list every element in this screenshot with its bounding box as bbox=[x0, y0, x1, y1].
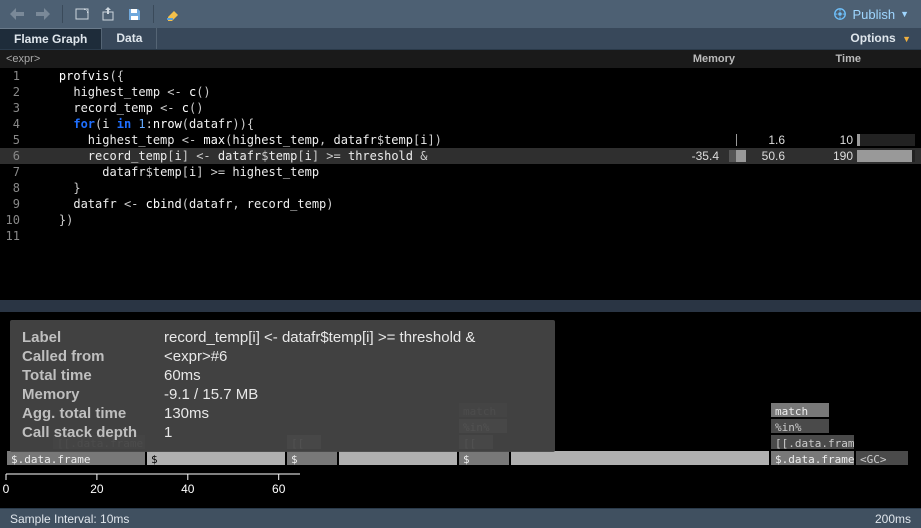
flame-cell[interactable]: $.data.frame bbox=[6, 450, 146, 466]
tab-data[interactable]: Data bbox=[102, 28, 157, 49]
code-line[interactable]: 1 profvis({ bbox=[0, 68, 921, 84]
detail-key: Memory bbox=[22, 385, 164, 404]
detail-key: Called from bbox=[22, 347, 164, 366]
code-text: datafr$temp[i] >= highest_temp bbox=[30, 164, 319, 180]
line-number: 3 bbox=[4, 100, 30, 116]
status-total-time: 200ms bbox=[875, 512, 911, 526]
detail-key: Call stack depth bbox=[22, 423, 164, 442]
detail-tooltip: Labelrecord_temp[i] <- datafr$temp[i] >=… bbox=[10, 320, 555, 452]
line-number: 9 bbox=[4, 196, 30, 212]
detail-value: record_temp[i] <- datafr$temp[i] >= thre… bbox=[164, 328, 481, 347]
code-line[interactable]: 10 }) bbox=[0, 212, 921, 228]
line-number: 5 bbox=[4, 132, 30, 148]
code-line[interactable]: 6 record_temp[i] <- datafr$temp[i] >= th… bbox=[0, 148, 921, 164]
code-header: <expr> Memory Time bbox=[0, 50, 921, 68]
status-bar: Sample Interval: 10ms 200ms bbox=[0, 508, 921, 528]
top-toolbar: Publish ▼ bbox=[0, 0, 921, 28]
flame-cell[interactable]: $ bbox=[458, 450, 510, 466]
flame-cell[interactable]: $ bbox=[286, 450, 338, 466]
code-text: }) bbox=[30, 212, 73, 228]
flame-cell[interactable]: $ bbox=[146, 450, 286, 466]
options-menu[interactable]: Options ▼ bbox=[840, 28, 921, 49]
options-label: Options bbox=[850, 31, 895, 45]
status-sample-interval: Sample Interval: 10ms bbox=[10, 512, 129, 526]
code-line[interactable]: 5 highest_temp <- max(highest_temp, data… bbox=[0, 132, 921, 148]
pane-divider[interactable] bbox=[0, 300, 921, 312]
line-number: 10 bbox=[4, 212, 30, 228]
new-window-icon[interactable] bbox=[71, 4, 93, 24]
detail-value: <expr>#6 bbox=[164, 347, 481, 366]
detail-value: 130ms bbox=[164, 404, 481, 423]
code-header-title: <expr> bbox=[6, 53, 40, 65]
col-memory: Memory bbox=[693, 53, 735, 65]
detail-key: Agg. total time bbox=[22, 404, 164, 423]
code-area: 1 profvis({2 highest_temp <- c()3 record… bbox=[0, 68, 921, 300]
line-number: 11 bbox=[4, 228, 30, 244]
svg-text:0: 0 bbox=[3, 482, 10, 496]
detail-value: 60ms bbox=[164, 366, 481, 385]
line-number: 6 bbox=[4, 148, 30, 164]
save-icon[interactable] bbox=[123, 4, 145, 24]
code-text: highest_temp <- max(highest_temp, datafr… bbox=[30, 132, 442, 148]
flame-graph[interactable]: Labelrecord_temp[i] <- datafr$temp[i] >=… bbox=[0, 312, 921, 500]
code-line[interactable]: 8 } bbox=[0, 180, 921, 196]
flame-cell[interactable]: $.data.frame bbox=[770, 450, 855, 466]
separator bbox=[153, 5, 154, 23]
svg-text:60: 60 bbox=[272, 482, 286, 496]
flame-cell[interactable]: %in% bbox=[770, 418, 830, 434]
line-number: 4 bbox=[4, 116, 30, 132]
code-text: for(i in 1:nrow(datafr)){ bbox=[30, 116, 254, 132]
flame-cell[interactable]: <GC> bbox=[855, 450, 909, 466]
forward-icon[interactable] bbox=[32, 4, 54, 24]
detail-key: Total time bbox=[22, 366, 164, 385]
line-number: 2 bbox=[4, 84, 30, 100]
code-line[interactable]: 3 record_temp <- c() bbox=[0, 100, 921, 116]
col-time: Time bbox=[836, 53, 861, 65]
code-line[interactable]: 4 for(i in 1:nrow(datafr)){ bbox=[0, 116, 921, 132]
svg-text:40: 40 bbox=[181, 482, 195, 496]
svg-text:20: 20 bbox=[90, 482, 104, 496]
tab-bar: Flame Graph Data Options ▼ bbox=[0, 28, 921, 50]
flame-cell[interactable] bbox=[338, 450, 458, 466]
publish-button[interactable]: Publish ▼ bbox=[827, 7, 915, 22]
tab-flame-graph[interactable]: Flame Graph bbox=[0, 28, 102, 49]
code-text: record_temp[i] <- datafr$temp[i] >= thre… bbox=[30, 148, 427, 164]
line-number: 7 bbox=[4, 164, 30, 180]
time-axis: 020406080100120140160180200 bbox=[0, 468, 300, 500]
code-line[interactable]: 7 datafr$temp[i] >= highest_temp bbox=[0, 164, 921, 180]
flame-cell[interactable]: [[.data.frame bbox=[770, 434, 855, 450]
code-line[interactable]: 2 highest_temp <- c() bbox=[0, 84, 921, 100]
publish-label: Publish bbox=[852, 7, 895, 22]
flame-cell[interactable] bbox=[510, 450, 770, 466]
code-line[interactable]: 9 datafr <- cbind(datafr, record_temp) bbox=[0, 196, 921, 212]
line-number: 1 bbox=[4, 68, 30, 84]
flame-cell[interactable]: match bbox=[770, 402, 830, 418]
code-text: profvis({ bbox=[30, 68, 124, 84]
line-number: 8 bbox=[4, 180, 30, 196]
separator bbox=[62, 5, 63, 23]
code-text: } bbox=[30, 180, 81, 196]
code-line[interactable]: 11 bbox=[0, 228, 921, 244]
code-text: highest_temp <- c() bbox=[30, 84, 211, 100]
detail-value: 1 bbox=[164, 423, 481, 442]
code-text bbox=[30, 228, 59, 244]
chevron-down-icon: ▼ bbox=[902, 34, 911, 44]
back-icon[interactable] bbox=[6, 4, 28, 24]
chevron-down-icon: ▼ bbox=[900, 9, 909, 19]
export-icon[interactable] bbox=[97, 4, 119, 24]
detail-value: -9.1 / 15.7 MB bbox=[164, 385, 481, 404]
detail-key: Label bbox=[22, 328, 164, 347]
code-text: datafr <- cbind(datafr, record_temp) bbox=[30, 196, 334, 212]
clear-icon[interactable] bbox=[162, 4, 184, 24]
code-text: record_temp <- c() bbox=[30, 100, 203, 116]
